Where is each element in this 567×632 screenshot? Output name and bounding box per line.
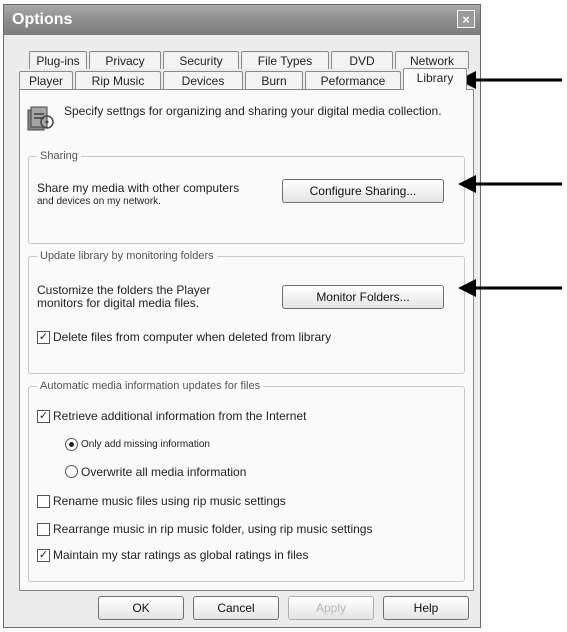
tab-performance[interactable]: Peformance — [305, 71, 401, 89]
tab-dvd[interactable]: DVD — [331, 51, 393, 69]
tab-network[interactable]: Network — [395, 51, 469, 69]
auto-updates-group-title: Automatic media information updates for … — [37, 379, 264, 393]
media-library-icon — [27, 106, 54, 131]
sharing-description-2: and devices on my network. — [37, 196, 161, 207]
close-button[interactable]: × — [457, 10, 475, 28]
tab-devices[interactable]: Devices — [163, 71, 243, 89]
panel-description: Specify settngs for organizing and shari… — [64, 104, 442, 118]
delete-files-label: Delete files from computer when deleted … — [53, 330, 332, 344]
monitor-folders-group: Update library by monitoring folders Cus… — [28, 249, 465, 374]
sharing-group-title: Sharing — [37, 149, 81, 163]
ok-button[interactable]: OK — [98, 596, 184, 620]
annotation-arrow-monitor-folders — [458, 279, 562, 297]
tab-burn[interactable]: Burn — [245, 71, 303, 89]
overwrite-all-radio[interactable] — [65, 465, 78, 478]
auto-updates-group: Automatic media information updates for … — [28, 379, 465, 582]
rearrange-music-label: Rearrange music in rip music folder, usi… — [53, 522, 373, 536]
rename-files-checkbox[interactable] — [37, 495, 50, 508]
annotation-arrow-configure-sharing — [458, 175, 562, 193]
sharing-group: Sharing Share my media with other comput… — [28, 149, 465, 244]
retrieve-info-label: Retrieve additional information from the… — [53, 409, 307, 423]
tab-plug-ins[interactable]: Plug-ins — [29, 51, 87, 69]
only-missing-label: Only add missing information — [81, 439, 210, 450]
star-ratings-checkbox[interactable]: ✓ — [37, 549, 50, 562]
close-icon: × — [462, 12, 470, 27]
tab-library[interactable]: Library — [403, 68, 467, 90]
only-missing-radio[interactable] — [65, 438, 78, 451]
monitor-folders-button[interactable]: Monitor Folders... — [282, 285, 444, 309]
annotation-arrow-library-tab — [458, 71, 562, 89]
configure-sharing-button[interactable]: Configure Sharing... — [282, 179, 444, 203]
retrieve-info-checkbox[interactable]: ✓ — [37, 410, 50, 423]
tab-file-types[interactable]: File Types — [241, 51, 329, 69]
dialog-title: Options — [12, 11, 73, 28]
help-button[interactable]: Help — [383, 596, 469, 620]
rearrange-music-checkbox[interactable] — [37, 523, 50, 536]
apply-button[interactable]: Apply — [288, 596, 374, 620]
cancel-button[interactable]: Cancel — [193, 596, 279, 620]
tab-privacy[interactable]: Privacy — [89, 51, 161, 69]
tab-security[interactable]: Security — [163, 51, 239, 69]
tab-rip-music[interactable]: Rip Music — [75, 71, 161, 89]
monitor-description: Customize the folders the Player — [37, 283, 211, 297]
options-dialog: Options × Plug-ins Privacy Security File… — [3, 4, 481, 628]
library-panel: Specify settngs for organizing and shari… — [19, 89, 474, 591]
tab-player[interactable]: Player — [19, 71, 73, 89]
sharing-description: Share my media with other computers — [37, 181, 240, 195]
rename-files-label: Rename music files using rip music setti… — [53, 494, 286, 508]
monitor-description-2: monitors for digital media files. — [37, 296, 200, 310]
overwrite-all-label: Overwrite all media information — [81, 465, 247, 479]
monitor-group-title: Update library by monitoring folders — [37, 249, 217, 263]
delete-files-checkbox[interactable]: ✓ — [37, 331, 50, 344]
title-bar[interactable]: Options × — [4, 5, 480, 35]
star-ratings-label: Maintain my star ratings as global ratin… — [53, 548, 309, 562]
